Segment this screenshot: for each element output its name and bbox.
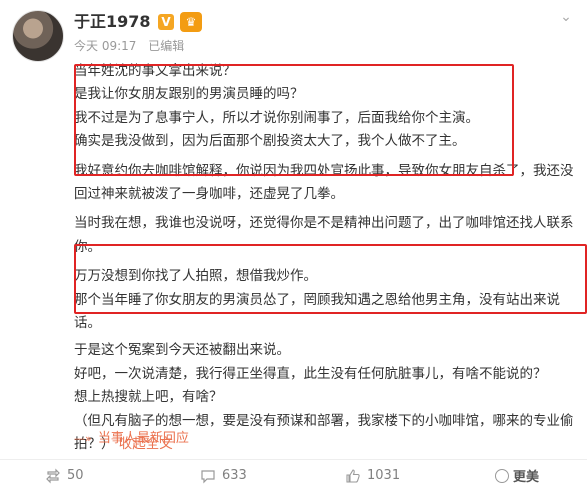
arrow-icon: —» xyxy=(74,432,92,445)
like-count: 1031 xyxy=(367,468,401,483)
post-time: 今天 09:17 xyxy=(74,39,137,53)
post-line: 于是这个冤案到今天还被翻出来说。 xyxy=(74,342,290,359)
comment-count: 633 xyxy=(222,468,247,483)
comment-button[interactable]: 633 xyxy=(200,460,247,491)
post-line: 万万没想到你找了人拍照，想借我炒作。 xyxy=(74,268,317,285)
edited-label: 已编辑 xyxy=(148,39,185,53)
post-line: 当时我在想，我谁也没说呀，还觉得你是不是精神出问题了，出了咖啡馆还找人联系你。 xyxy=(74,215,574,255)
action-bar: 50 633 1031 更美 xyxy=(0,459,587,490)
chevron-down-icon[interactable]: ⌄ xyxy=(559,10,573,24)
post-content: 当年姓沈的事又拿出来说？ 是我让你女朋友跟别的男演员睡的吗？ 我不过是为了息事宁… xyxy=(74,60,574,457)
reply-link[interactable]: —» 当事人最新回应 xyxy=(74,430,189,448)
thumbs-up-icon xyxy=(346,468,360,483)
verified-badge-icon: V xyxy=(158,14,174,30)
watermark: 更美 xyxy=(495,460,539,491)
post-line: 确实是我没做到，因为后面那个剧投资太大了，我个人做不了主。 xyxy=(74,133,466,150)
post-line: 好吧，一次说清楚，我行得正坐得直，此生没有任何肮脏事儿，有啥不能说的？ xyxy=(74,365,547,382)
post-line: 我不过是为了息事宁人，所以才说你别闹事了，后面我给你个主演。 xyxy=(74,109,479,126)
like-button[interactable]: 1031 xyxy=(345,460,400,491)
post-line: 我好意约你去咖啡馆解释，你说因为我四处宣扬此事，导致你女朋友自杀了，我还没回过神… xyxy=(74,162,574,203)
repost-button[interactable]: 50 xyxy=(45,460,84,491)
post-line: 那个当年睡了你女朋友的男演员怂了，罔顾我知遇之恩给他男主角，没有站出来说话。 xyxy=(74,291,560,332)
post-line: 当年姓沈的事又拿出来说？ xyxy=(74,63,236,79)
repost-count: 50 xyxy=(67,468,84,483)
repost-icon xyxy=(46,468,60,483)
post-meta: 今天 09:17 已编辑 xyxy=(74,38,192,54)
watermark-text: 更美 xyxy=(513,470,540,485)
vip-crown-icon: ♛ xyxy=(180,12,202,32)
avatar[interactable] xyxy=(12,10,64,62)
username[interactable]: 于正1978 xyxy=(74,12,151,32)
reply-link-label: 当事人最新回应 xyxy=(97,431,189,446)
comment-icon xyxy=(201,469,215,483)
watermark-logo-icon xyxy=(495,468,509,483)
post-line: 想上热搜就上吧，有啥？ xyxy=(74,389,223,406)
post-line: 是我让你女朋友跟别的男演员睡的吗？ xyxy=(74,86,304,103)
